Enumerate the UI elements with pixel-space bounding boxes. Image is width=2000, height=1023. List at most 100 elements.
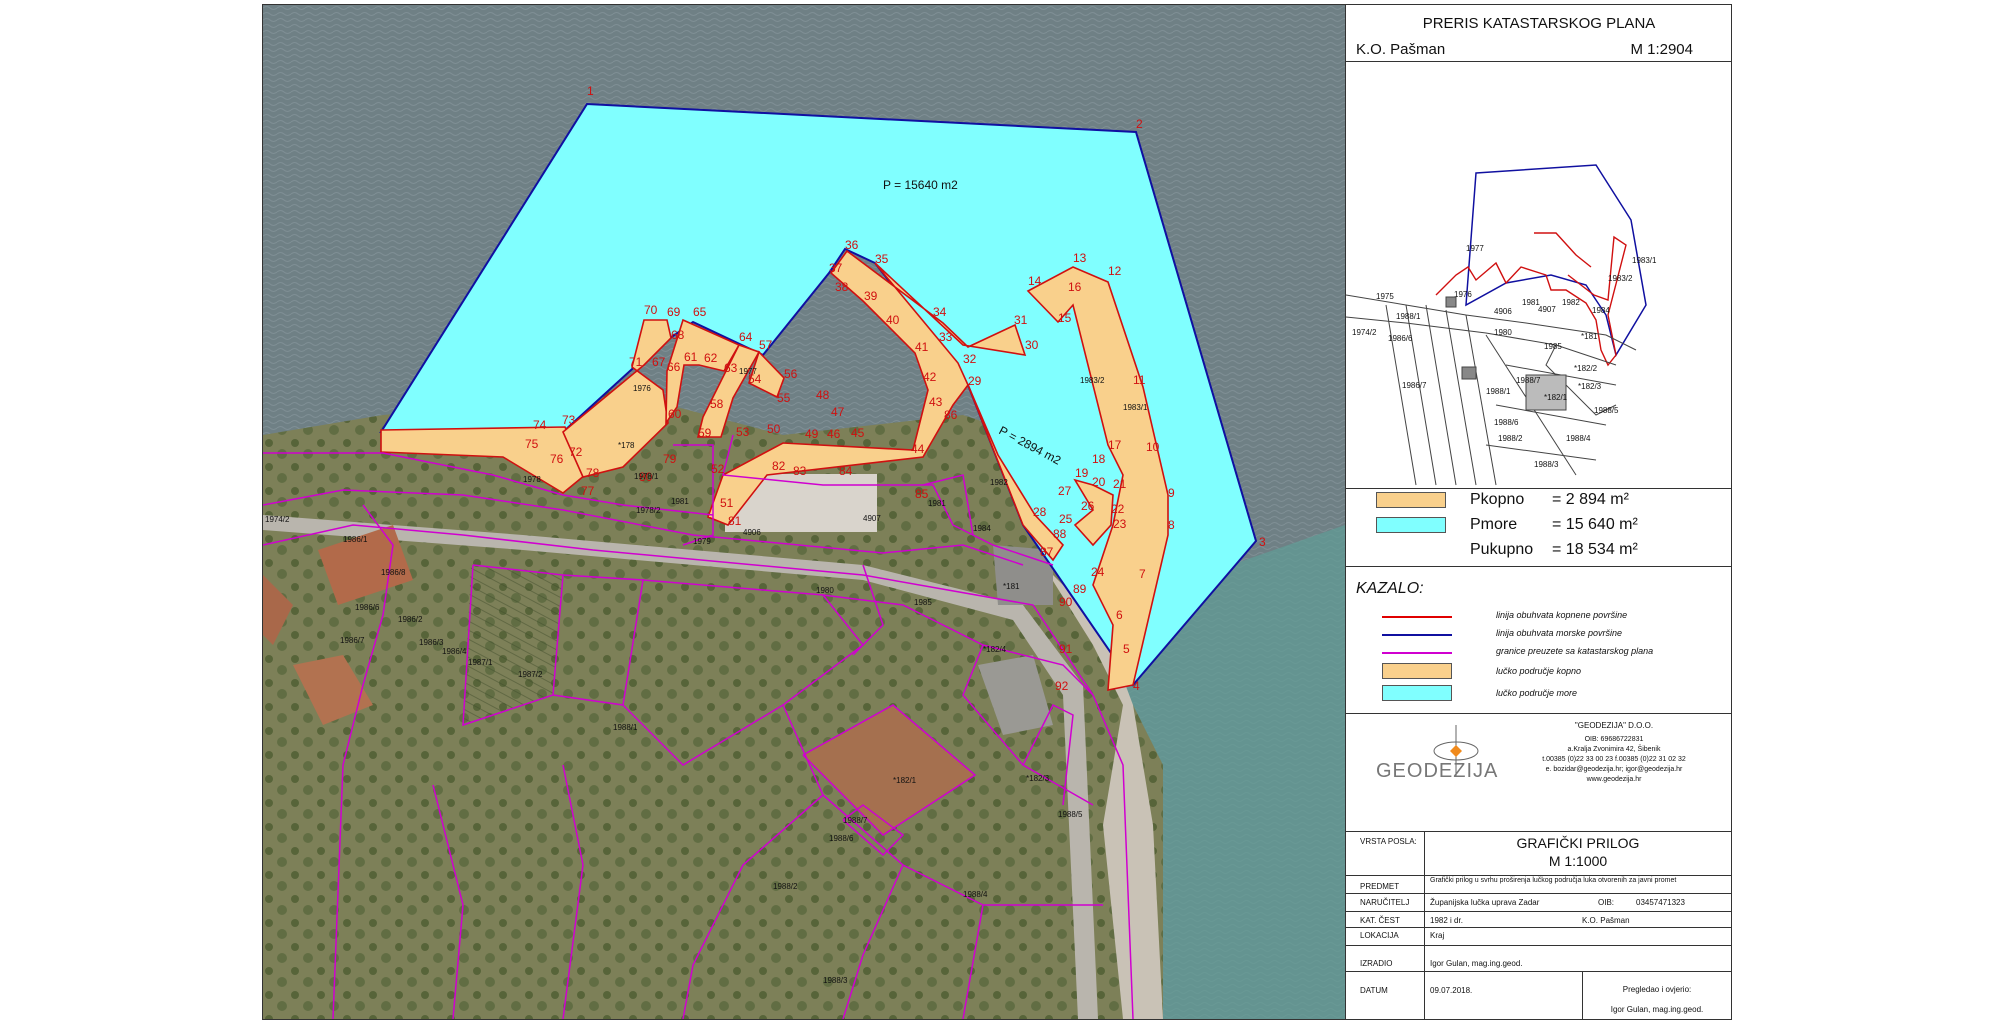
inset-parcel-number: *182/1 xyxy=(1544,393,1568,402)
parcel-number: *182/4 xyxy=(983,645,1007,654)
vrsta-posla-title: GRAFIČKI PRILOG xyxy=(1516,835,1640,851)
legend-label-sea-line: linija obuhvata morske površine xyxy=(1496,628,1623,638)
legend-label-cadastral: granice preuzete sa katastarskog plana xyxy=(1496,646,1654,656)
divider xyxy=(1346,488,1731,489)
parcel-number: 1988/7 xyxy=(843,816,868,825)
point-number: 3 xyxy=(1259,535,1266,549)
point-number: 27 xyxy=(1058,484,1072,498)
inset-parcel-number: 1983/1 xyxy=(1632,256,1657,265)
parcel-number: 1978/1 xyxy=(634,472,659,481)
point-number: 11 xyxy=(1133,373,1146,387)
more-swatch xyxy=(1376,517,1446,533)
inset-parcel-number: 1986/7 xyxy=(1402,381,1427,390)
point-number: 50 xyxy=(767,422,781,436)
point-number: 7 xyxy=(1139,567,1146,581)
narucitelj-label: NARUČITELJ xyxy=(1360,898,1410,907)
divider xyxy=(1346,927,1731,928)
point-number: 13 xyxy=(1073,251,1087,265)
point-number: 73 xyxy=(562,413,576,427)
parcel-number: 1982 xyxy=(990,478,1008,487)
point-number: 18 xyxy=(1092,452,1106,466)
point-number: 71 xyxy=(629,355,643,369)
more-value: = 15 640 m² xyxy=(1552,516,1638,533)
company-email: e. bozidar@geodezija.hr; igor@geodezija.… xyxy=(1545,766,1683,773)
point-number: 91 xyxy=(1059,642,1073,656)
predmet-label: PREDMET xyxy=(1360,882,1400,891)
inset-parcel-number: 1980 xyxy=(1494,328,1512,337)
inset-parcel-number: 1982 xyxy=(1562,298,1580,307)
parcel-number: 1981 xyxy=(928,499,946,508)
parcel-number: 1988/4 xyxy=(963,890,988,899)
point-number: 29 xyxy=(968,374,982,388)
point-number: 4 xyxy=(1133,679,1140,693)
point-number: 60 xyxy=(668,407,682,421)
point-number: 79 xyxy=(663,452,677,466)
inset-parcel-number: *182/2 xyxy=(1574,364,1598,373)
point-number: 85 xyxy=(915,487,929,501)
inset-parcel-number: 1983/2 xyxy=(1608,274,1633,283)
point-number: 19 xyxy=(1075,466,1089,480)
parcel-number: 1987/1 xyxy=(468,658,493,667)
legend-label-sea-fill: lučko područje more xyxy=(1496,688,1578,698)
divider xyxy=(1346,875,1731,876)
pregledao-label: Pregledao i ovjerio: xyxy=(1622,985,1692,994)
legend-fill-land xyxy=(1382,663,1452,679)
parcel-number: 1984 xyxy=(973,524,991,533)
point-number: 46 xyxy=(827,427,841,441)
inset-parcel-number: 1988/6 xyxy=(1494,418,1519,427)
company-web: www.geodezija.hr xyxy=(1586,776,1642,783)
point-number: 41 xyxy=(915,340,929,354)
inset-parcel-number: 4906 xyxy=(1494,307,1512,316)
point-number: 9 xyxy=(1168,486,1175,500)
point-number: 6 xyxy=(1116,608,1123,622)
cadastral-map[interactable]: 1234567891011121314151617181920 212223242… xyxy=(263,5,1345,1019)
point-number: 52 xyxy=(711,462,725,476)
point-number: 21 xyxy=(1113,477,1127,491)
divider xyxy=(1346,713,1731,714)
legend-line-land xyxy=(1382,616,1452,618)
company-oib: OIB: 69686722831 xyxy=(1584,736,1644,743)
parcel-number: 1988/1 xyxy=(613,723,638,732)
inset-parcel-number: 1984 xyxy=(1592,306,1610,315)
parcel-number: 1986/1 xyxy=(343,535,368,544)
pregledao-name: Igor Gulan, mag.ing.geod. xyxy=(1610,1005,1704,1014)
inset-map[interactable]: 1977 1975 1976 4906 4907 1985 *181 1981 1980 1983… xyxy=(1346,61,1732,488)
parcel-number: 1986/8 xyxy=(381,568,406,577)
kopno-swatch xyxy=(1376,492,1446,508)
cadastral-municipality: K.O. Pašman xyxy=(1356,41,1446,58)
predmet-value: Grafički prilog u svrhu proširenja lučko… xyxy=(1430,877,1677,884)
point-number: 58 xyxy=(710,397,724,411)
parcel-number: 1987/2 xyxy=(518,670,543,679)
point-number: 34 xyxy=(933,305,947,319)
point-number: 2 xyxy=(1136,117,1143,131)
point-number: 74 xyxy=(533,418,547,432)
parcel-number: 1988/6 xyxy=(829,834,854,843)
divider xyxy=(1346,945,1731,946)
inset-parcel-labels: 1977 1975 1976 4906 4907 1985 *181 1981 1980 1983… xyxy=(1352,244,1657,469)
izradio-label: IZRADIO xyxy=(1360,959,1393,968)
point-number: 36 xyxy=(845,238,859,252)
point-number: 75 xyxy=(525,437,539,451)
legend-heading: KAZALO: xyxy=(1356,580,1424,597)
divider xyxy=(1346,971,1731,972)
inset-parcel-number: 1988/7 xyxy=(1516,376,1541,385)
company-logo-text: GEODEZIJA xyxy=(1376,760,1499,782)
inset-parcel-number: 1981 xyxy=(1522,298,1540,307)
point-number: 25 xyxy=(1059,512,1073,526)
point-number: 5 xyxy=(1123,642,1130,656)
point-number: 28 xyxy=(1033,505,1047,519)
point-number: 15 xyxy=(1058,311,1072,325)
parcel-number: 1983/2 xyxy=(1080,376,1105,385)
kopno-label: Pkopno xyxy=(1470,491,1525,508)
point-number: 65 xyxy=(693,305,707,319)
parcel-number: *182/3 xyxy=(1026,774,1050,783)
parcel-number: *178 xyxy=(618,441,635,450)
point-number: 77 xyxy=(581,484,595,498)
legend-line-sea xyxy=(1382,634,1452,636)
parcel-number: 1978 xyxy=(523,475,541,484)
kat-cest-value: 1982 i dr. xyxy=(1430,916,1463,925)
point-number: 61 xyxy=(684,350,698,364)
point-number: 1 xyxy=(587,84,594,98)
parcel-number: 1985 xyxy=(914,598,932,607)
inset-parcel-number: 1985 xyxy=(1544,342,1562,351)
